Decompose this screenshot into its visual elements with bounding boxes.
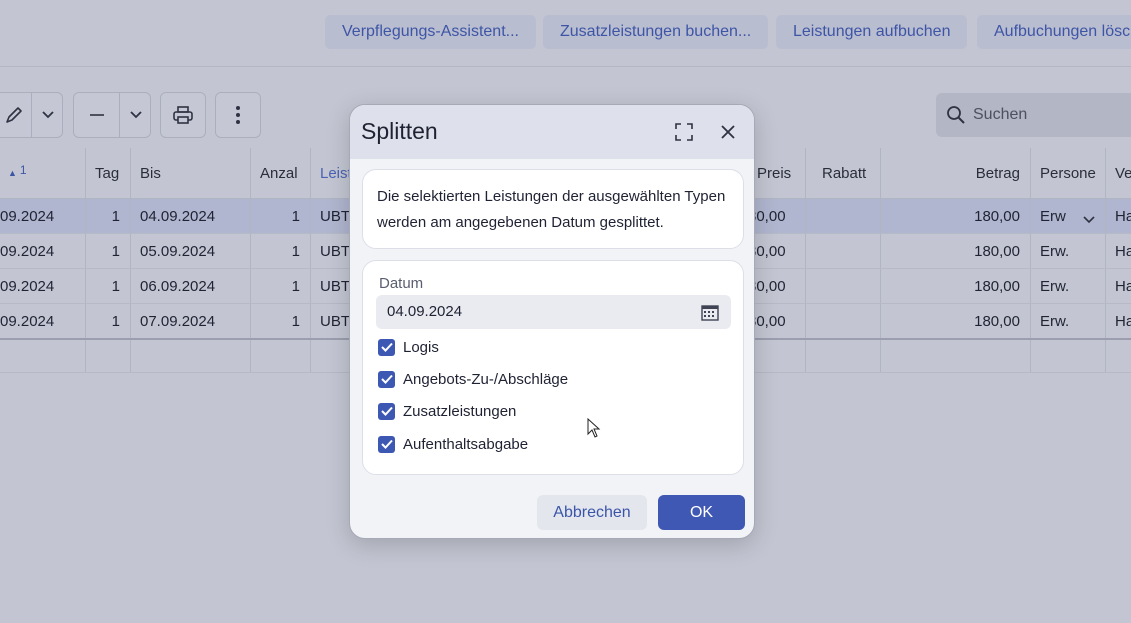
more-vertical-icon	[216, 93, 260, 137]
meal-assistant-button[interactable]: Verpflegungs-Assistent...	[325, 15, 536, 49]
checkmark-icon	[378, 435, 395, 453]
sort-asc-icon: ▲	[8, 168, 17, 178]
column-header-count[interactable]: Anzal	[251, 148, 311, 198]
close-icon[interactable]	[720, 124, 736, 145]
column-header-persons[interactable]: Persone	[1031, 148, 1106, 198]
checkmark-icon	[378, 370, 395, 388]
delete-postings-button[interactable]: Aufbuchungen lösch	[977, 15, 1131, 49]
persons-select[interactable]: Erw	[1031, 199, 1106, 233]
dialog-header: Splitten	[350, 105, 754, 159]
column-header-amount[interactable]: Betrag	[881, 148, 1031, 198]
date-field[interactable]: 04.09.2024	[376, 295, 731, 329]
checkmark-icon	[378, 338, 395, 356]
dialog-message: Die selektierten Leistungen der ausgewäh…	[377, 188, 726, 231]
remove-split-button[interactable]	[73, 92, 151, 138]
column-header-ve[interactable]: Ve	[1106, 148, 1131, 198]
column-header-from[interactable]: ▲ 1	[0, 148, 86, 198]
checkbox-offer-surcharges[interactable]: Angebots-Zu-/Abschläge	[378, 368, 568, 390]
search-icon	[946, 105, 966, 130]
chevron-down-icon[interactable]	[120, 93, 151, 137]
checkmark-icon	[378, 402, 395, 420]
action-bar: Verpflegungs-Assistent... Zusatzleistung…	[0, 0, 1131, 67]
column-header-service[interactable]: Leist	[311, 148, 351, 198]
post-services-button[interactable]: Leistungen aufbuchen	[776, 15, 968, 49]
pencil-icon[interactable]	[0, 93, 29, 137]
options-card: Datum 04.09.2024 Logis Angebots-Zu-/Absc…	[362, 260, 744, 475]
cancel-button[interactable]: Abbrechen	[537, 495, 647, 530]
checkbox-logis[interactable]: Logis	[378, 336, 439, 358]
chevron-down-icon[interactable]	[33, 93, 63, 137]
edit-split-button[interactable]	[0, 92, 63, 138]
book-extras-button[interactable]: Zusatzleistungen buchen...	[543, 15, 769, 49]
column-header-days[interactable]: Tag	[86, 148, 131, 198]
more-options-button[interactable]	[215, 92, 261, 138]
dialog-title: Splitten	[361, 118, 438, 144]
maximize-icon[interactable]	[674, 122, 694, 147]
checkbox-tourist-tax[interactable]: Aufenthaltsabgabe	[378, 433, 528, 455]
column-header-to[interactable]: Bis	[131, 148, 251, 198]
printer-icon	[161, 93, 205, 137]
date-label: Datum	[379, 275, 424, 292]
column-header-price[interactable]: Preis	[748, 148, 806, 198]
mouse-cursor-icon	[587, 417, 601, 443]
info-card: Die selektierten Leistungen der ausgewäh…	[362, 169, 744, 249]
checkbox-extras[interactable]: Zusatzleistungen	[378, 400, 516, 422]
column-header-discount[interactable]: Rabatt	[806, 148, 881, 198]
date-value: 04.09.2024	[387, 303, 463, 320]
search-input[interactable]: Suchen	[936, 93, 1131, 137]
print-button[interactable]	[160, 92, 206, 138]
ok-button[interactable]: OK	[658, 495, 745, 530]
minus-icon[interactable]	[74, 93, 119, 137]
chevron-down-icon	[1083, 211, 1095, 228]
split-dialog: Splitten Die selektierten Leistungen der…	[349, 104, 755, 539]
search-placeholder: Suchen	[973, 106, 1028, 123]
calendar-icon[interactable]	[701, 303, 719, 326]
